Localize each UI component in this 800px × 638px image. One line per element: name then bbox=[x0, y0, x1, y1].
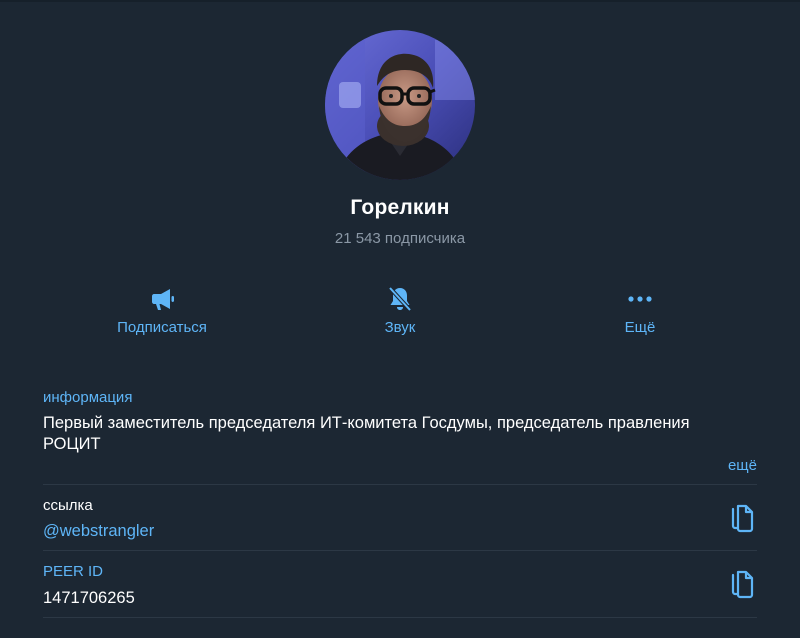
peer-id-label: PEER ID bbox=[43, 563, 104, 580]
divider bbox=[43, 617, 757, 618]
copy-icon bbox=[731, 570, 754, 599]
copy-link-button[interactable] bbox=[729, 503, 757, 533]
megaphone-icon bbox=[147, 284, 177, 314]
sound-button[interactable]: Звук bbox=[320, 284, 480, 348]
subscriber-count: 21 543 подписчика bbox=[334, 230, 466, 247]
subscribe-button[interactable]: Подписаться bbox=[82, 284, 242, 348]
top-divider bbox=[0, 0, 800, 2]
more-dots-icon bbox=[625, 284, 655, 314]
more-label: Ещё bbox=[624, 319, 656, 336]
copy-peer-id-button[interactable] bbox=[729, 569, 757, 599]
avatar-photo bbox=[325, 30, 475, 180]
subscribe-label: Подписаться bbox=[117, 319, 207, 336]
info-title: информация bbox=[43, 389, 133, 406]
info-description: Первый заместитель председателя ИТ-комит… bbox=[43, 414, 690, 453]
divider bbox=[43, 484, 757, 485]
more-button[interactable]: Ещё bbox=[560, 284, 720, 348]
channel-name: Горелкин bbox=[350, 196, 450, 219]
link-label: ссылка bbox=[43, 497, 93, 514]
channel-profile-page: Горелкин 21 543 подписчика Подписаться З… bbox=[0, 0, 800, 638]
copy-icon bbox=[731, 504, 754, 533]
sound-label: Звук bbox=[384, 319, 416, 336]
divider bbox=[43, 550, 757, 551]
info-more-link[interactable]: ещё bbox=[728, 457, 757, 474]
bell-muted-icon bbox=[385, 284, 415, 314]
link-value[interactable]: @webstrangler bbox=[43, 522, 154, 541]
peer-id-value: 1471706265 bbox=[43, 589, 135, 607]
channel-avatar[interactable] bbox=[325, 30, 475, 180]
